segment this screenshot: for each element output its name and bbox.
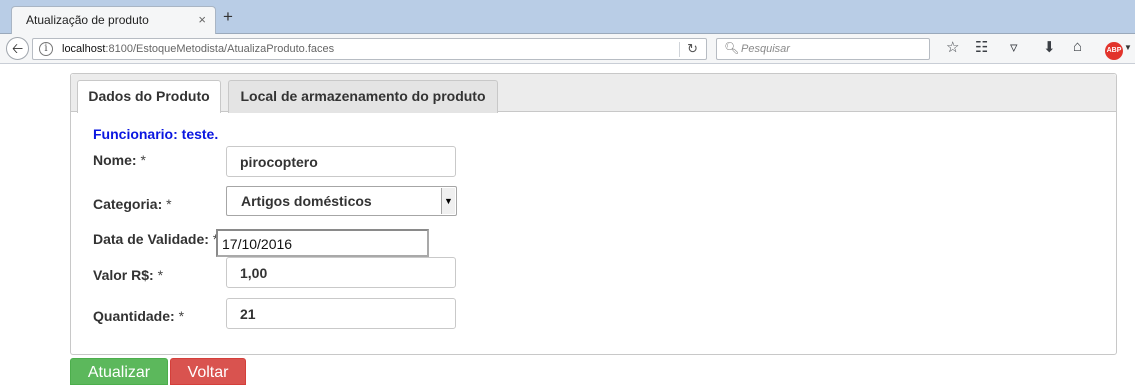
bookmark-star-icon[interactable]: ☆ bbox=[946, 38, 959, 56]
tab-storage-location[interactable]: Local de armazenamento do produto bbox=[228, 80, 498, 113]
search-placeholder: Pesquisar bbox=[741, 43, 790, 55]
url-text: localhost:8100/EstoqueMetodista/Atualiza… bbox=[62, 43, 334, 55]
tab-product-data[interactable]: Dados do Produto bbox=[77, 80, 221, 113]
name-input[interactable]: pirocoptero bbox=[226, 146, 456, 177]
reload-icon[interactable]: ↻ bbox=[687, 41, 698, 57]
update-button[interactable]: Atualizar bbox=[70, 358, 168, 385]
info-icon[interactable]: i bbox=[39, 42, 53, 56]
url-bar-separator bbox=[679, 42, 680, 57]
download-icon[interactable]: ⬇ bbox=[1043, 38, 1056, 56]
url-bar[interactable]: i localhost:8100/EstoqueMetodista/Atuali… bbox=[32, 38, 707, 60]
price-label: Valor R$: * bbox=[93, 267, 163, 283]
reading-list-icon[interactable]: ☷ bbox=[975, 38, 988, 56]
navigation-bar: 🡠 i localhost:8100/EstoqueMetodista/Atua… bbox=[0, 34, 1135, 64]
browser-tab-strip: Atualização de produto × + bbox=[0, 0, 1135, 34]
browser-tab-title: Atualização de produto bbox=[26, 13, 149, 27]
dropdown-arrow-icon[interactable]: ▼ bbox=[441, 188, 455, 214]
name-label-text: Nome: bbox=[93, 152, 137, 168]
search-icon: 🔍︎ bbox=[724, 41, 740, 55]
search-bar[interactable]: 🔍︎ Pesquisar bbox=[716, 38, 930, 60]
back-arrow-icon[interactable]: 🡠 bbox=[6, 37, 29, 60]
quantity-input[interactable]: 21 bbox=[226, 298, 456, 329]
home-icon[interactable]: ⌂ bbox=[1073, 38, 1082, 55]
category-selected-value: Artigos domésticos bbox=[241, 193, 372, 209]
quantity-label: Quantidade: * bbox=[93, 308, 184, 324]
required-mark: * bbox=[157, 267, 164, 283]
name-label: Nome: * bbox=[93, 152, 146, 168]
category-label: Categoria: * bbox=[93, 196, 172, 212]
required-mark: * bbox=[140, 152, 146, 168]
validity-label-text: Data de Validade: bbox=[93, 231, 209, 247]
validity-label: Data de Validade: * bbox=[93, 231, 218, 247]
required-mark: * bbox=[166, 196, 172, 212]
required-mark: * bbox=[178, 308, 185, 324]
adblock-plus-icon[interactable]: ABP bbox=[1105, 42, 1123, 60]
product-panel: Dados do Produto Local de armazenamento … bbox=[70, 73, 1117, 355]
category-select[interactable]: Artigos domésticos ▼ bbox=[226, 186, 457, 216]
url-host: localhost bbox=[62, 43, 106, 55]
close-tab-icon[interactable]: × bbox=[198, 12, 206, 27]
chevron-down-icon[interactable]: ▼ bbox=[1124, 43, 1132, 52]
validity-date-input[interactable]: 17/10/2016 bbox=[216, 229, 429, 257]
price-input[interactable]: 1,00 bbox=[226, 257, 456, 288]
panel-tab-bar: Dados do Produto Local de armazenamento … bbox=[71, 74, 1116, 113]
price-label-text: Valor R$: bbox=[93, 267, 154, 283]
category-label-text: Categoria: bbox=[93, 196, 163, 212]
new-tab-icon[interactable]: + bbox=[223, 7, 233, 27]
url-path: :8100/EstoqueMetodista/AtualizaProduto.f… bbox=[105, 43, 335, 55]
back-button[interactable]: Voltar bbox=[170, 358, 246, 385]
browser-tab[interactable]: Atualização de produto × bbox=[11, 6, 216, 34]
pocket-icon[interactable]: ▿ bbox=[1010, 38, 1018, 56]
employee-label: Funcionario: teste. bbox=[93, 126, 219, 142]
quantity-label-text: Quantidade: bbox=[93, 308, 175, 324]
